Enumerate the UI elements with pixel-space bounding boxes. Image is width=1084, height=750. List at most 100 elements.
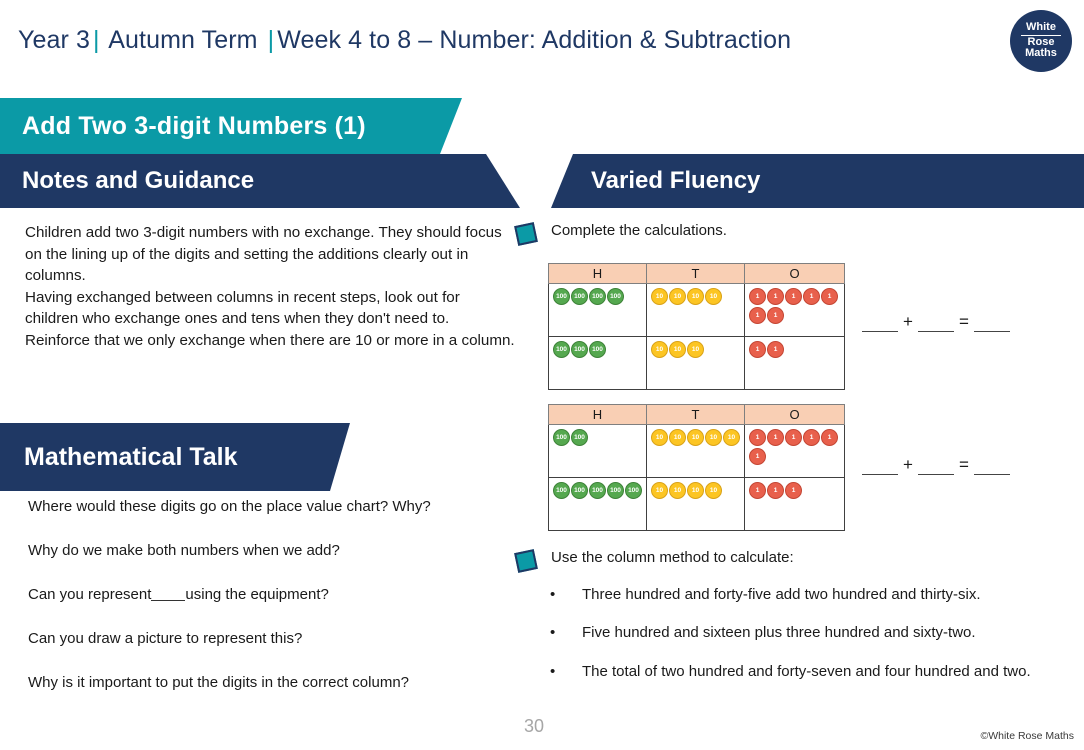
equation-blank-sum[interactable]	[973, 460, 1010, 475]
header-separator-1: |	[92, 26, 100, 54]
notes-and-guidance-body: Children add two 3-digit numbers with no…	[25, 222, 515, 351]
cell-tens[interactable]: 10 10 10 10	[646, 477, 745, 531]
math-talk-question-text: Can you represent	[28, 586, 152, 603]
math-talk-question: Why is it important to put the digits in…	[28, 674, 528, 691]
one-counter-icon: 1	[749, 288, 766, 305]
math-talk-question: Where would these digits go on the place…	[28, 498, 528, 515]
square-bullet-icon	[514, 222, 538, 246]
ten-counter-icon: 10	[705, 482, 722, 499]
one-counter-icon: 1	[749, 307, 766, 324]
hundred-counter-icon: 100	[571, 341, 588, 358]
cell-tens[interactable]: 10 10 10 10 10	[646, 424, 745, 478]
list-item-text: Three hundred and forty-five add two hun…	[582, 586, 981, 603]
hundred-counter-icon: 100	[571, 429, 588, 446]
hundred-counter-icon: 100	[589, 288, 606, 305]
cell-ones[interactable]: 111111	[744, 424, 845, 478]
one-counter-icon: 1	[785, 288, 802, 305]
counter-group-tens: 10 10 10 10 10	[651, 429, 741, 446]
table-header-row: H T O	[548, 263, 845, 284]
equation-blank-addend-2[interactable]	[917, 460, 954, 475]
column-header-hundreds: H	[548, 263, 647, 284]
one-counter-icon: 1	[821, 429, 838, 446]
math-talk-question-text: Why do we make both numbers when we add?	[28, 542, 340, 559]
one-counter-icon: 1	[785, 429, 802, 446]
ten-counter-icon: 10	[687, 341, 704, 358]
one-counter-icon: 1	[803, 288, 820, 305]
varied-fluency-banner: Varied Fluency	[551, 154, 1084, 208]
one-counter-icon: 1	[785, 482, 802, 499]
white-rose-maths-logo: White Rose Maths	[1010, 10, 1072, 72]
hundred-counter-icon: 100	[553, 482, 570, 499]
equation-blank-addend-1[interactable]	[862, 460, 898, 475]
one-counter-icon: 1	[767, 429, 784, 446]
mathematical-talk-heading: Mathematical Talk	[24, 442, 238, 471]
ten-counter-icon: 10	[705, 288, 722, 305]
logo-line-maths: Maths	[1025, 47, 1057, 60]
notes-paragraph: Children add two 3-digit numbers with no…	[25, 224, 502, 285]
one-counter-icon: 1	[749, 482, 766, 499]
counter-group-ones: 111	[749, 482, 841, 499]
hundred-counter-icon: 100	[553, 341, 570, 358]
header-term: Autumn Term	[108, 26, 258, 54]
task-1-label: Complete the calculations.	[551, 222, 727, 239]
counter-group-tens: 10 10 10 10	[651, 288, 741, 305]
counter-group-ones: 111111	[749, 429, 841, 465]
cell-ones[interactable]: 111	[744, 477, 845, 531]
notes-and-guidance-banner: Notes and Guidance	[0, 154, 520, 208]
counter-group-hundreds: 100 100 100	[553, 341, 643, 358]
answer-blank[interactable]	[151, 587, 186, 601]
ten-counter-icon: 10	[651, 288, 668, 305]
cell-tens[interactable]: 10 10 10 10	[646, 283, 745, 337]
cell-ones[interactable]: 11	[744, 336, 845, 390]
cell-hundreds[interactable]: 100 100 100	[548, 336, 647, 390]
header-year: Year 3	[18, 26, 90, 54]
math-talk-question-text: Why is it important to put the digits in…	[28, 674, 409, 691]
equation-blank-addend-1[interactable]	[862, 317, 898, 332]
one-counter-icon: 1	[767, 307, 784, 324]
notes-paragraph: Having exchanged between columns in rece…	[25, 288, 460, 328]
list-item-text: The total of two hundred and forty-seven…	[582, 662, 1031, 680]
ten-counter-icon: 10	[651, 341, 668, 358]
math-talk-question-text: Can you draw a picture to represent this…	[28, 630, 303, 647]
hundred-counter-icon: 100	[571, 482, 588, 499]
cell-ones[interactable]: 1111111	[744, 283, 845, 337]
equation-blank-addend-2[interactable]	[917, 317, 954, 332]
varied-fluency-task-2: Use the column method to calculate:	[514, 549, 794, 573]
ten-counter-icon: 10	[669, 429, 686, 446]
table-row: 100 100 10 10 10 10 10 1 1 1 1 1 1	[548, 424, 845, 478]
hundred-counter-icon: 100	[553, 429, 570, 446]
equals-sign: =	[958, 455, 969, 474]
counter-group-ones: 1111111	[749, 288, 841, 324]
one-counter-icon: 1	[749, 429, 766, 446]
hundred-counter-icon: 100	[607, 482, 624, 499]
cell-hundreds[interactable]: 100 100 100 100 100	[548, 477, 647, 531]
equals-sign: =	[958, 312, 969, 331]
ten-counter-icon: 10	[651, 429, 668, 446]
logo-line-white: White	[1026, 21, 1056, 34]
varied-fluency-task-1: Complete the calculations.	[514, 222, 727, 246]
copyright-notice: ©White Rose Maths	[980, 730, 1074, 742]
equation-1: + =	[862, 312, 1010, 332]
cell-hundreds[interactable]: 100 100	[548, 424, 647, 478]
plus-sign: +	[903, 455, 913, 474]
one-counter-icon: 1	[821, 288, 838, 305]
math-talk-question-text: Where would these digits go on the place…	[28, 498, 431, 515]
column-header-hundreds: H	[548, 404, 647, 425]
ten-counter-icon: 10	[669, 341, 686, 358]
math-talk-question: Can you represent using the equipment?	[28, 586, 528, 603]
list-item: • Three hundred and forty-five add two h…	[550, 585, 1070, 605]
cell-hundreds[interactable]: 100 100 100 100	[548, 283, 647, 337]
header-separator-2: |	[267, 26, 275, 54]
one-counter-icon: 1	[767, 482, 784, 499]
column-header-tens: T	[646, 263, 745, 284]
equation-blank-sum[interactable]	[973, 317, 1010, 332]
hundred-counter-icon: 100	[607, 288, 624, 305]
cell-tens[interactable]: 10 10 10	[646, 336, 745, 390]
table-row: 100 100 100 100 10 10 10 10 1 1 1 1 1 1 1	[548, 283, 845, 337]
hundred-counter-icon: 100	[589, 482, 606, 499]
bullet-dot-icon: •	[550, 586, 556, 603]
ten-counter-icon: 10	[687, 288, 704, 305]
counter-group-tens: 10 10 10 10	[651, 482, 741, 499]
table-row: 100 100 100 100 100 10 10 10 10 1 1 1	[548, 477, 845, 531]
page-header: Year 3 | Autumn Term | Week 4 to 8 – Numbe…	[0, 0, 1084, 88]
